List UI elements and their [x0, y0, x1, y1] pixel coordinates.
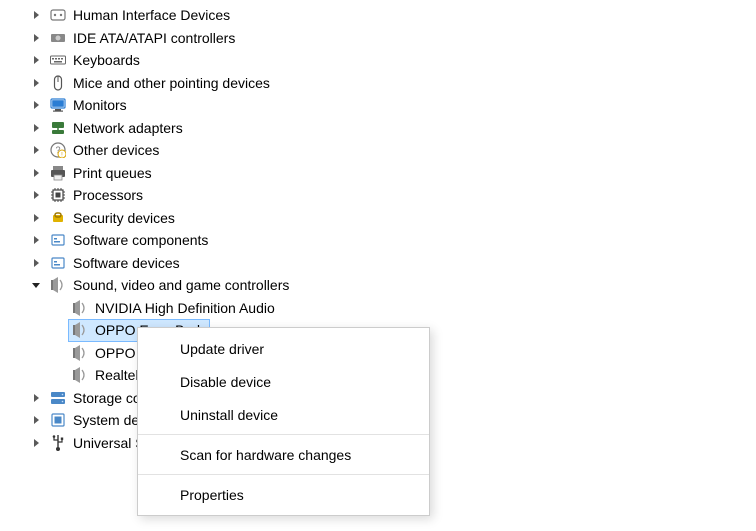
tree-item-label: Software components [73, 232, 208, 248]
tree-item[interactable]: Human Interface Devices [8, 4, 756, 27]
menu-item[interactable]: Uninstall device [138, 398, 429, 431]
mouse-icon [49, 74, 67, 92]
sound-icon [49, 276, 67, 294]
expander-none [50, 322, 66, 338]
software-dev-icon [49, 254, 67, 272]
usb-icon [49, 434, 67, 452]
chevron-right-icon[interactable] [28, 435, 44, 451]
tree-item[interactable]: Mice and other pointing devices [8, 72, 756, 95]
tree-item[interactable]: Other devices [8, 139, 756, 162]
printer-icon [49, 164, 67, 182]
tree-item-label: Network adapters [73, 120, 183, 136]
speaker-icon [71, 299, 89, 317]
expander-none [50, 367, 66, 383]
tree-item-label: Print queues [73, 165, 152, 181]
security-icon [49, 209, 67, 227]
tree-item-label: IDE ATA/ATAPI controllers [73, 30, 235, 46]
tree-item-label: Software devices [73, 255, 180, 271]
chevron-right-icon[interactable] [28, 232, 44, 248]
menu-item[interactable]: Scan for hardware changes [138, 438, 429, 471]
chevron-right-icon[interactable] [28, 30, 44, 46]
menu-separator [138, 474, 429, 475]
ide-icon [49, 29, 67, 47]
other-icon [49, 141, 67, 159]
monitor-icon [49, 96, 67, 114]
speaker-icon [71, 366, 89, 384]
chevron-right-icon[interactable] [28, 142, 44, 158]
cpu-icon [49, 186, 67, 204]
tree-item[interactable]: Monitors [8, 94, 756, 117]
software-comp-icon [49, 231, 67, 249]
chevron-right-icon[interactable] [28, 255, 44, 271]
expander-none [50, 345, 66, 361]
tree-item-label: Processors [73, 187, 143, 203]
tree-item-label: Human Interface Devices [73, 7, 230, 23]
tree-item-label: Monitors [73, 97, 127, 113]
tree-item[interactable]: Security devices [8, 207, 756, 230]
tree-item[interactable]: Software components [8, 229, 756, 252]
speaker-icon [71, 321, 89, 339]
tree-item[interactable]: NVIDIA High Definition Audio [8, 297, 756, 320]
chevron-right-icon[interactable] [28, 75, 44, 91]
chevron-right-icon[interactable] [28, 120, 44, 136]
tree-item[interactable]: Network adapters [8, 117, 756, 140]
tree-item[interactable]: IDE ATA/ATAPI controllers [8, 27, 756, 50]
hid-icon [49, 6, 67, 24]
tree-item-label: Mice and other pointing devices [73, 75, 270, 91]
chevron-right-icon[interactable] [28, 390, 44, 406]
chevron-right-icon[interactable] [28, 187, 44, 203]
expander-none [50, 300, 66, 316]
network-icon [49, 119, 67, 137]
tree-item[interactable]: Keyboards [8, 49, 756, 72]
chevron-right-icon[interactable] [28, 210, 44, 226]
menu-separator [138, 434, 429, 435]
system-icon [49, 411, 67, 429]
tree-item[interactable]: Software devices [8, 252, 756, 275]
keyboard-icon [49, 51, 67, 69]
tree-item-label: Other devices [73, 142, 159, 158]
menu-item[interactable]: Disable device [138, 365, 429, 398]
speaker-icon [71, 344, 89, 362]
tree-item[interactable]: Print queues [8, 162, 756, 185]
chevron-down-icon[interactable] [28, 277, 44, 293]
menu-item[interactable]: Properties [138, 478, 429, 511]
chevron-right-icon[interactable] [28, 412, 44, 428]
tree-item-label: Security devices [73, 210, 175, 226]
tree-item[interactable]: Sound, video and game controllers [8, 274, 756, 297]
tree-item-label: Sound, video and game controllers [73, 277, 289, 293]
chevron-right-icon[interactable] [28, 97, 44, 113]
context-menu: Update driverDisable deviceUninstall dev… [137, 327, 430, 516]
tree-item[interactable]: Processors [8, 184, 756, 207]
chevron-right-icon[interactable] [28, 52, 44, 68]
chevron-right-icon[interactable] [28, 165, 44, 181]
tree-item-label: NVIDIA High Definition Audio [95, 300, 275, 316]
menu-item[interactable]: Update driver [138, 332, 429, 365]
chevron-right-icon[interactable] [28, 7, 44, 23]
storage-icon [49, 389, 67, 407]
tree-item-label: Keyboards [73, 52, 140, 68]
